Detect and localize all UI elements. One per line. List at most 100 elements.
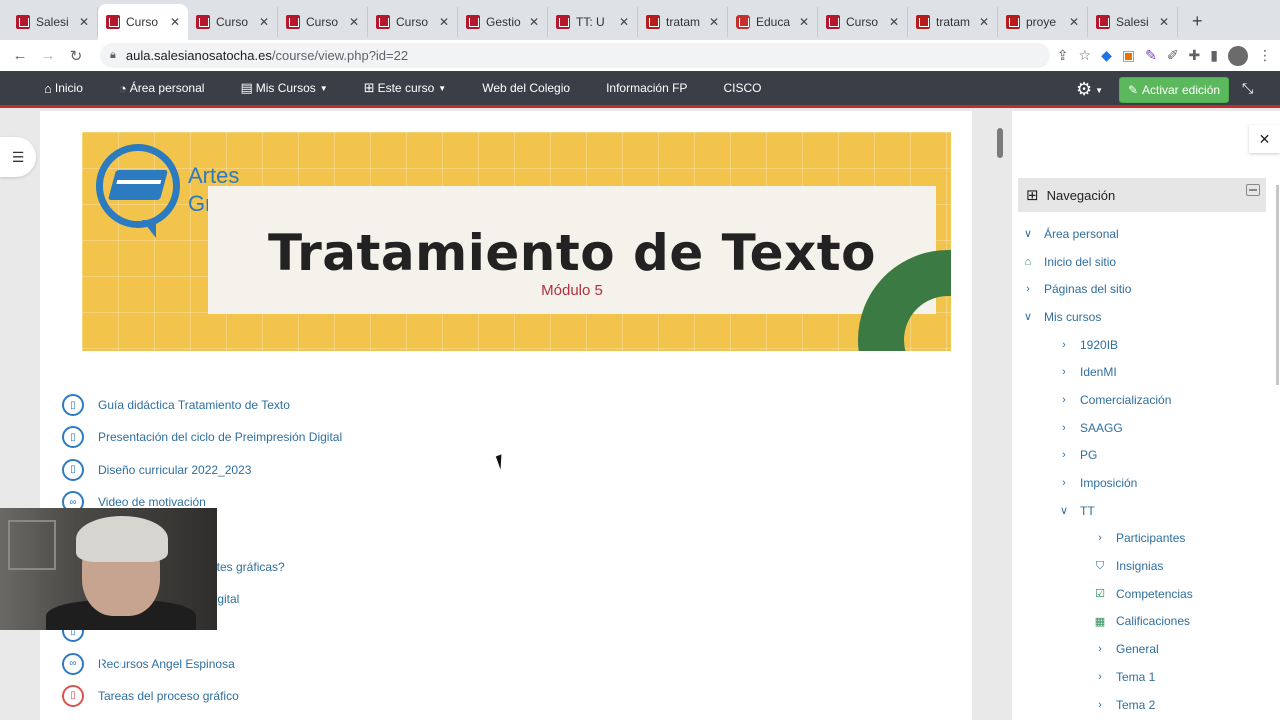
browser-tab[interactable]: Salesi ✕ [1088,7,1178,37]
browser-tab[interactable]: Gestio ✕ [458,7,548,37]
close-tab-icon[interactable]: ✕ [529,15,539,29]
nav-tree-item[interactable]: ⌂ Inicio del sitio [1012,248,1274,276]
close-tab-icon[interactable]: ✕ [349,15,359,29]
activity-item[interactable]: ▯ Guía didáctica Tratamiento de Texto [62,389,342,421]
browser-tab[interactable]: Salesi ✕ [8,7,98,37]
forward-icon[interactable]: → [34,47,62,64]
nav-personal-area[interactable]: ◔ Área personal [101,81,223,96]
turn-editing-on-button[interactable]: ✎ Activar edición [1119,77,1229,103]
nav-my-courses[interactable]: ▤ Mis Cursos ▼ [222,80,345,96]
nav-tree-item[interactable]: › 1920IB [1012,331,1274,359]
activity-label[interactable]: Presentación del ciclo de Preimpresión D… [98,430,342,444]
nav-tree-item[interactable]: › Páginas del sitio [1012,275,1274,303]
nav-tree-item[interactable]: ☑ Competencias [1012,580,1274,608]
edit-extension-icon[interactable]: ✐ [1167,47,1179,64]
compress-icon[interactable]: ⤡ [1242,80,1253,97]
activity-label[interactable]: Video de motivación [98,495,206,509]
puzzle-icon[interactable]: ✚ [1189,47,1201,64]
nav-home[interactable]: ⌂ Inicio [0,81,101,96]
drawer-toggle-button[interactable]: ☰ [0,137,36,177]
nav-tree-item[interactable]: › Tema 1 [1012,663,1274,691]
close-tab-icon[interactable]: ✕ [170,15,180,29]
nav-tree-label[interactable]: Insignias [1116,559,1163,573]
close-tab-icon[interactable]: ✕ [79,15,89,29]
browser-tab-active[interactable]: Curso ✕ [98,4,188,40]
nav-tree-label[interactable]: SAAGG [1080,421,1123,435]
close-tab-icon[interactable]: ✕ [1069,15,1079,29]
reload-icon[interactable]: ↻ [62,47,90,65]
browser-tab[interactable]: tratam ✕ [908,7,998,37]
nav-tree-label[interactable]: Participantes [1116,531,1185,545]
nav-tree-item[interactable]: ∨ TT [1012,497,1274,525]
browser-tab[interactable]: Curso ✕ [368,7,458,37]
nav-tree-label[interactable]: General [1116,642,1159,656]
browser-tab[interactable]: proye ✕ [998,7,1088,37]
drawer-scrollbar[interactable] [1276,185,1279,385]
browser-tab[interactable]: TT: U ✕ [548,7,638,37]
share-icon[interactable]: ⇪ [1057,47,1069,64]
nav-cisco[interactable]: CISCO [705,81,779,95]
close-tab-icon[interactable]: ✕ [799,15,809,29]
nav-tree-label[interactable]: Mis cursos [1044,310,1101,324]
nav-college-web[interactable]: Web del Colegio [464,81,588,95]
nav-tree-item[interactable]: › Tema 2 [1012,691,1274,719]
nav-tree-item[interactable]: ∨ Área personal [1012,220,1274,248]
nav-tree-item[interactable]: › PG [1012,442,1274,470]
minimize-block-icon[interactable] [1246,184,1260,196]
extension-icon[interactable]: ▣ [1122,47,1135,64]
browser-tab[interactable]: Educa ✕ [728,7,818,37]
activity-item[interactable]: ▯ Presentación del ciclo de Preimpresión … [62,421,342,453]
activity-label[interactable]: Diseño curricular 2022_2023 [98,463,251,477]
nav-tree-label[interactable]: IdenMI [1080,365,1117,379]
nav-tree-label[interactable]: Competencias [1116,587,1193,601]
activity-label[interactable]: artes gráficas? [206,560,285,574]
back-icon[interactable]: ← [6,47,34,64]
close-tab-icon[interactable]: ✕ [619,15,629,29]
nav-tree-label[interactable]: 1920IB [1080,338,1118,352]
nav-tree-item[interactable]: › SAAGG [1012,414,1274,442]
nav-tree-item[interactable]: ∨ Mis cursos [1012,303,1274,331]
nav-tree-label[interactable]: TT [1080,504,1095,518]
bookmark-star-icon[interactable]: ☆ [1079,47,1092,64]
browser-tab[interactable]: Curso ✕ [188,7,278,37]
close-tab-icon[interactable]: ✕ [709,15,719,29]
nav-tree-label[interactable]: Inicio del sitio [1044,255,1116,269]
sidebar-icon[interactable]: ▮ [1210,47,1218,64]
nav-tree-item[interactable]: › Imposición [1012,469,1274,497]
profile-avatar[interactable] [1228,45,1248,66]
page-scrollbar[interactable] [997,128,1003,158]
close-tab-icon[interactable]: ✕ [889,15,899,29]
extension-icon[interactable]: ◆ [1101,47,1112,64]
close-tab-icon[interactable]: ✕ [439,15,449,29]
new-tab-button[interactable]: + [1192,11,1203,32]
nav-tree-label[interactable]: PG [1080,448,1097,462]
nav-fp-info[interactable]: Información FP [588,81,705,95]
nav-this-course[interactable]: ⊞ Este curso ▼ [346,80,465,96]
nav-tree-label[interactable]: Área personal [1044,227,1119,241]
activity-label[interactable]: Guía didáctica Tratamiento de Texto [98,398,290,412]
activity-item[interactable]: ▯ Diseño curricular 2022_2023 [62,454,342,486]
nav-tree-label[interactable]: Calificaciones [1116,614,1190,628]
nav-tree-item[interactable]: › IdenMI [1012,358,1274,386]
close-drawer-button[interactable]: ✕ [1249,125,1280,153]
browser-tab[interactable]: Curso ✕ [278,7,368,37]
activity-label[interactable]: Tareas del proceso gráfico [98,689,239,703]
nav-tree-item[interactable]: › Comercialización [1012,386,1274,414]
nav-tree-label[interactable]: Tema 1 [1116,670,1155,684]
address-bar[interactable]: 🔒︎ aula.salesianosatocha.es/course/view.… [100,43,1050,68]
nav-tree-label[interactable]: Páginas del sitio [1044,282,1131,296]
browser-tab[interactable]: Curso ✕ [818,7,908,37]
menu-dots-icon[interactable]: ⋮ [1258,47,1272,64]
pen-extension-icon[interactable]: ✎ [1145,47,1157,64]
nav-tree-item[interactable]: › Participantes [1012,525,1274,553]
nav-tree-item[interactable]: ▦ Calificaciones [1012,608,1274,636]
browser-tab[interactable]: tratam ✕ [638,7,728,37]
nav-tree-label[interactable]: Tema 2 [1116,698,1155,712]
nav-tree-item[interactable]: ⛉ Insignias [1012,552,1274,580]
nav-tree-item[interactable]: › General [1012,635,1274,663]
settings-gear-icon[interactable]: ⚙ ▼ [1076,79,1103,100]
nav-tree-label[interactable]: Comercialización [1080,393,1171,407]
close-tab-icon[interactable]: ✕ [259,15,269,29]
activity-item[interactable]: ▯ Tareas del proceso gráfico [62,680,342,712]
close-tab-icon[interactable]: ✕ [979,15,989,29]
